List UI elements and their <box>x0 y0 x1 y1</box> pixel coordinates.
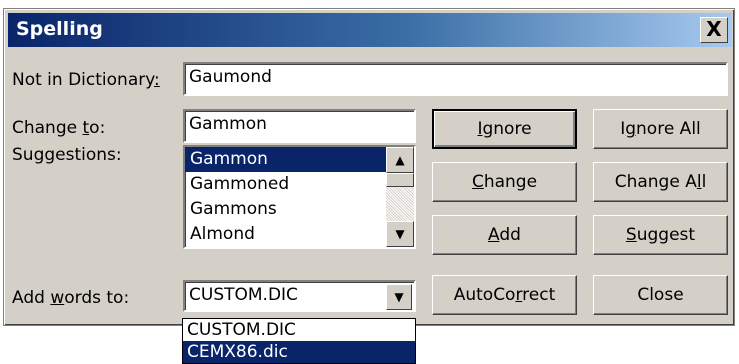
scroll-up-button[interactable]: ▲ <box>386 147 414 173</box>
dropdown-option-highlighted[interactable]: CEMX86.dic <box>183 341 415 363</box>
suggestions-scrollbar[interactable]: ▲ ▼ <box>386 147 414 247</box>
change-to-input[interactable]: Gammon <box>183 109 416 143</box>
combo-dropdown-button[interactable]: ▼ <box>386 284 412 310</box>
add-words-to-dropdown-list[interactable]: CUSTOM.DIC CEMX86.dic <box>182 318 416 364</box>
suggestion-item[interactable]: Almond <box>185 222 386 247</box>
scroll-thumb[interactable] <box>386 173 414 187</box>
suggestions-list[interactable]: Gammon Gammoned Gammons Almond ▲ ▼ <box>183 145 416 249</box>
suggestions-label: Suggestions: <box>12 145 122 165</box>
add-words-to-value: CUSTOM.DIC <box>189 285 298 305</box>
change-all-button[interactable]: Change All <box>593 162 728 202</box>
chevron-down-icon: ▼ <box>394 290 404 304</box>
change-to-label: Change to: <box>12 118 106 138</box>
change-button[interactable]: Change <box>432 162 577 202</box>
scroll-down-icon: ▼ <box>395 227 405 241</box>
close-button[interactable]: Close <box>593 275 728 315</box>
not-in-dictionary-field[interactable]: Gaumond <box>183 62 728 96</box>
spelling-dialog: Spelling X Not in Dictionary: Gaumond Ch… <box>3 8 735 326</box>
add-button[interactable]: Add <box>432 215 577 255</box>
suggestion-item[interactable]: Gammon <box>185 147 386 172</box>
scroll-down-button[interactable]: ▼ <box>386 221 414 247</box>
dropdown-option[interactable]: CUSTOM.DIC <box>183 319 415 341</box>
autocorrect-button[interactable]: AutoCorrect <box>432 275 577 315</box>
title-bar[interactable]: Spelling X <box>8 13 732 47</box>
add-words-to-combo[interactable]: CUSTOM.DIC ▼ <box>183 280 416 312</box>
not-in-dictionary-value: Gaumond <box>189 67 272 87</box>
window-title: Spelling <box>16 18 103 40</box>
ignore-all-button[interactable]: Ignore All <box>593 109 728 149</box>
scroll-up-icon: ▲ <box>395 153 405 167</box>
not-in-dictionary-label: Not in Dictionary: <box>12 70 160 90</box>
suggestion-item[interactable]: Gammons <box>185 197 386 222</box>
suggest-button[interactable]: Suggest <box>593 215 728 255</box>
change-to-value: Gammon <box>189 114 267 134</box>
suggestion-item[interactable]: Gammoned <box>185 172 386 197</box>
add-words-to-label: Add words to: <box>12 288 130 308</box>
close-window-button[interactable]: X <box>700 17 728 43</box>
close-icon: X <box>706 17 722 41</box>
ignore-button[interactable]: Ignore <box>432 109 577 149</box>
